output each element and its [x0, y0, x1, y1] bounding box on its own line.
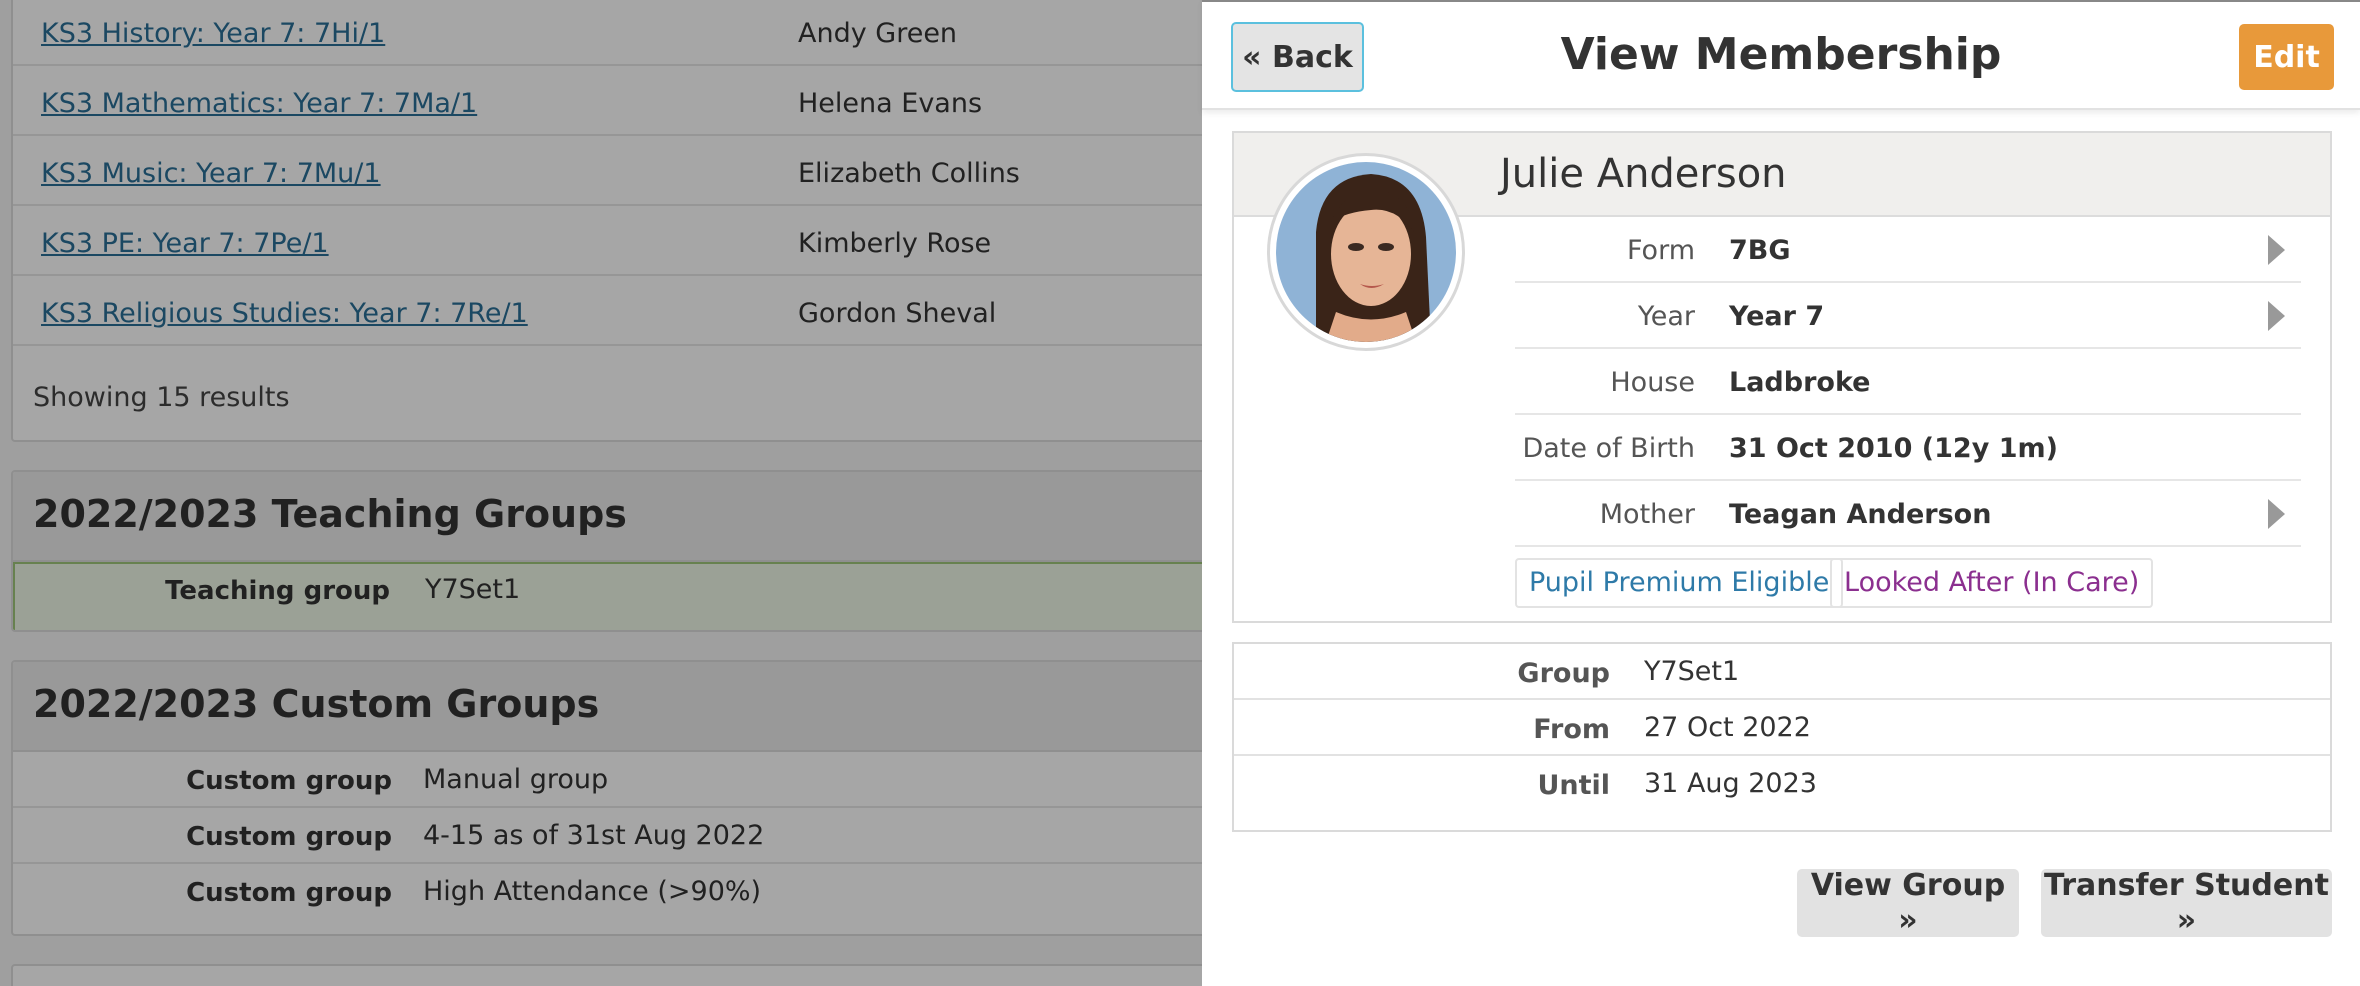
detail-label: Form — [1626, 235, 1695, 266]
page-title: View Membership — [1560, 29, 2002, 80]
membership-label: From — [1533, 714, 1610, 745]
membership-value: 27 Oct 2022 — [1644, 712, 1811, 743]
student-name: Julie Anderson — [1500, 151, 1787, 197]
membership-details: Group Y7Set1 From 27 Oct 2022 Until 31 A… — [1232, 642, 2332, 832]
detail-row-mother[interactable]: Mother Teagan Anderson — [1515, 481, 2301, 547]
membership-row-from: From 27 Oct 2022 — [1234, 700, 2330, 756]
detail-value: Year 7 — [1729, 301, 1825, 332]
student-details: Form 7BG Year Year 7 House Ladbroke Date… — [1515, 217, 2301, 547]
avatar — [1267, 153, 1465, 351]
membership-value: Y7Set1 — [1644, 656, 1740, 687]
membership-panel: « Back View Membership Edit Julie Anders… — [1202, 0, 2360, 986]
membership-row-until: Until 31 Aug 2023 — [1234, 756, 2330, 812]
tag-looked-after: Looked After (In Care) — [1830, 558, 2154, 608]
edit-button[interactable]: Edit — [2239, 24, 2334, 90]
view-group-button[interactable]: View Group » — [1797, 868, 2019, 938]
detail-row-house: House Ladbroke — [1515, 349, 2301, 415]
transfer-student-button[interactable]: Transfer Student » — [2041, 868, 2332, 938]
detail-value: 31 Oct 2010 (12y 1m) — [1729, 433, 2058, 464]
detail-label: Year — [1637, 301, 1695, 332]
detail-value: Teagan Anderson — [1729, 499, 1992, 530]
membership-value: 31 Aug 2023 — [1644, 768, 1817, 799]
student-profile: Julie Anderson Form 7BG Year Year 7 Hous… — [1232, 131, 2332, 623]
detail-row-form[interactable]: Form 7BG — [1515, 217, 2301, 283]
detail-value: 7BG — [1729, 235, 1791, 266]
caret-right-icon[interactable] — [2268, 301, 2285, 331]
caret-right-icon[interactable] — [2268, 235, 2285, 265]
detail-value: Ladbroke — [1729, 367, 1871, 398]
membership-label: Until — [1537, 770, 1610, 801]
student-photo — [1276, 162, 1456, 342]
panel-header: « Back View Membership Edit — [1202, 0, 2360, 110]
membership-label: Group — [1517, 658, 1610, 689]
membership-row-group: Group Y7Set1 — [1234, 644, 2330, 700]
caret-right-icon[interactable] — [2268, 499, 2285, 529]
detail-label: Date of Birth — [1522, 433, 1695, 464]
detail-label: House — [1610, 367, 1695, 398]
detail-label: Mother — [1599, 499, 1695, 530]
detail-row-dob: Date of Birth 31 Oct 2010 (12y 1m) — [1515, 415, 2301, 481]
detail-row-year[interactable]: Year Year 7 — [1515, 283, 2301, 349]
tag-pupil-premium: Pupil Premium Eligible — [1515, 558, 1844, 608]
